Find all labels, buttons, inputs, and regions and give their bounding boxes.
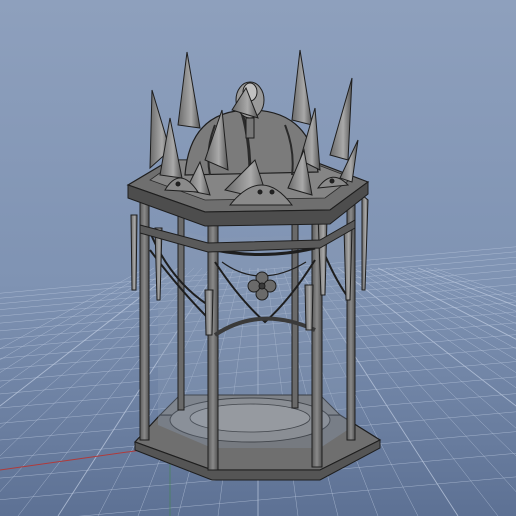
lantern-model[interactable]	[126, 49, 382, 481]
scene-canvas[interactable]	[0, 0, 516, 516]
grid-line	[337, 267, 516, 407]
grid-line	[425, 267, 516, 302]
grid-line	[433, 267, 516, 298]
grid-line	[0, 267, 179, 407]
axis-lines	[0, 445, 171, 516]
grid-line	[345, 267, 516, 389]
grid-line	[401, 267, 516, 318]
3d-viewport[interactable]	[0, 0, 516, 516]
